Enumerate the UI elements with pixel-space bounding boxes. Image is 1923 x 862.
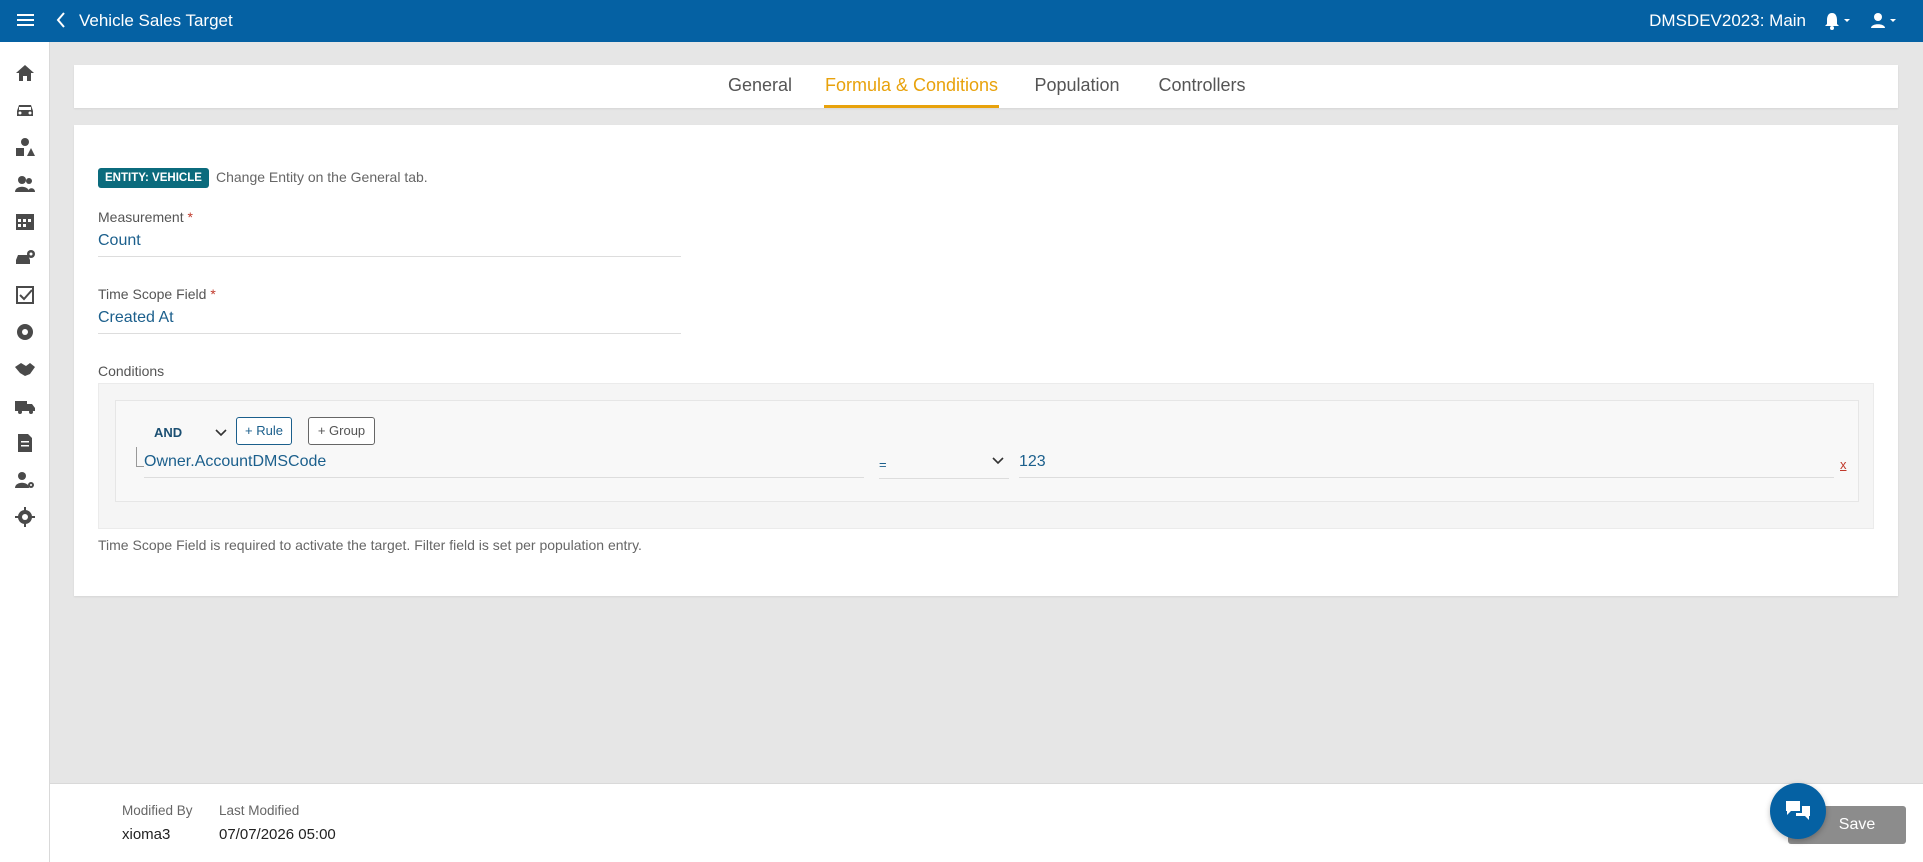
remove-rule-button[interactable]: x [1840,457,1847,472]
shapes-icon[interactable] [14,136,36,158]
tab-general[interactable]: General [727,65,793,108]
rule-value-input[interactable]: 123 [1019,453,1834,478]
people-icon[interactable] [14,173,36,195]
car-icon[interactable] [14,99,36,121]
modified-by-label: Modified By [122,803,193,818]
tab-population[interactable]: Population [1032,65,1122,108]
truck-icon[interactable] [14,395,36,417]
document-icon[interactable] [14,432,36,454]
time-scope-label: Time Scope Field * [98,286,216,302]
last-modified-value: 07/07/2026 05:00 [219,826,336,843]
conditions-label: Conditions [98,363,165,379]
rule-field-select[interactable]: Owner.AccountDMSCode [144,453,864,478]
entity-badge: ENTITY: VEHICLE [98,168,209,188]
measurement-label: Measurement * [98,209,193,225]
entity-hint: Change Entity on the General tab. [216,169,428,185]
handshake-icon[interactable] [14,358,36,380]
bell-icon[interactable] [1823,10,1853,32]
help-text: Time Scope Field is required to activate… [98,537,642,553]
tire-icon[interactable] [14,321,36,343]
tab-controllers[interactable]: Controllers [1156,65,1248,108]
user-gear-icon[interactable] [14,469,36,491]
add-rule-button[interactable]: + Rule [236,417,292,445]
chat-button[interactable] [1770,783,1826,839]
rule-operator-select[interactable]: = [879,457,1009,479]
chevron-down-icon [214,419,228,457]
bottom-bar: Modified By xioma3 Last Modified 07/07/2… [50,783,1923,862]
time-scope-select[interactable]: Created At [98,309,681,334]
back-arrow-icon[interactable] [55,10,67,34]
formula-conditions-panel: ENTITY: VEHICLE Change Entity on the Gen… [74,125,1898,596]
measurement-select[interactable]: Count [98,232,681,257]
combinator-select[interactable]: AND [154,419,228,447]
chevron-down-icon [991,453,1005,474]
sidebar [0,42,50,862]
top-bar: Vehicle Sales Target DMSDEV2023: Main [0,0,1923,42]
tabs-bar: General Formula & Conditions Population … [74,65,1898,108]
car-gear-icon[interactable] [14,247,36,269]
chat-icon [1786,801,1810,820]
menu-icon[interactable] [17,11,34,31]
user-icon[interactable] [1869,10,1899,32]
conditions-builder: AND + Rule + Group Owner.AccountDMSCode … [98,383,1874,529]
checklist-icon[interactable] [14,284,36,306]
environment-label[interactable]: DMSDEV2023: Main [1649,11,1806,31]
tab-formula-conditions[interactable]: Formula & Conditions [824,65,999,108]
modified-by-value: xioma3 [122,826,171,843]
tree-connector [136,447,144,467]
settings-icon[interactable] [14,506,36,528]
condition-group: AND + Rule + Group Owner.AccountDMSCode … [115,400,1859,502]
page-title: Vehicle Sales Target [79,11,233,30]
home-icon[interactable] [14,62,36,84]
last-modified-label: Last Modified [219,803,300,818]
calendar-icon[interactable] [14,210,36,232]
add-group-button[interactable]: + Group [308,417,375,445]
